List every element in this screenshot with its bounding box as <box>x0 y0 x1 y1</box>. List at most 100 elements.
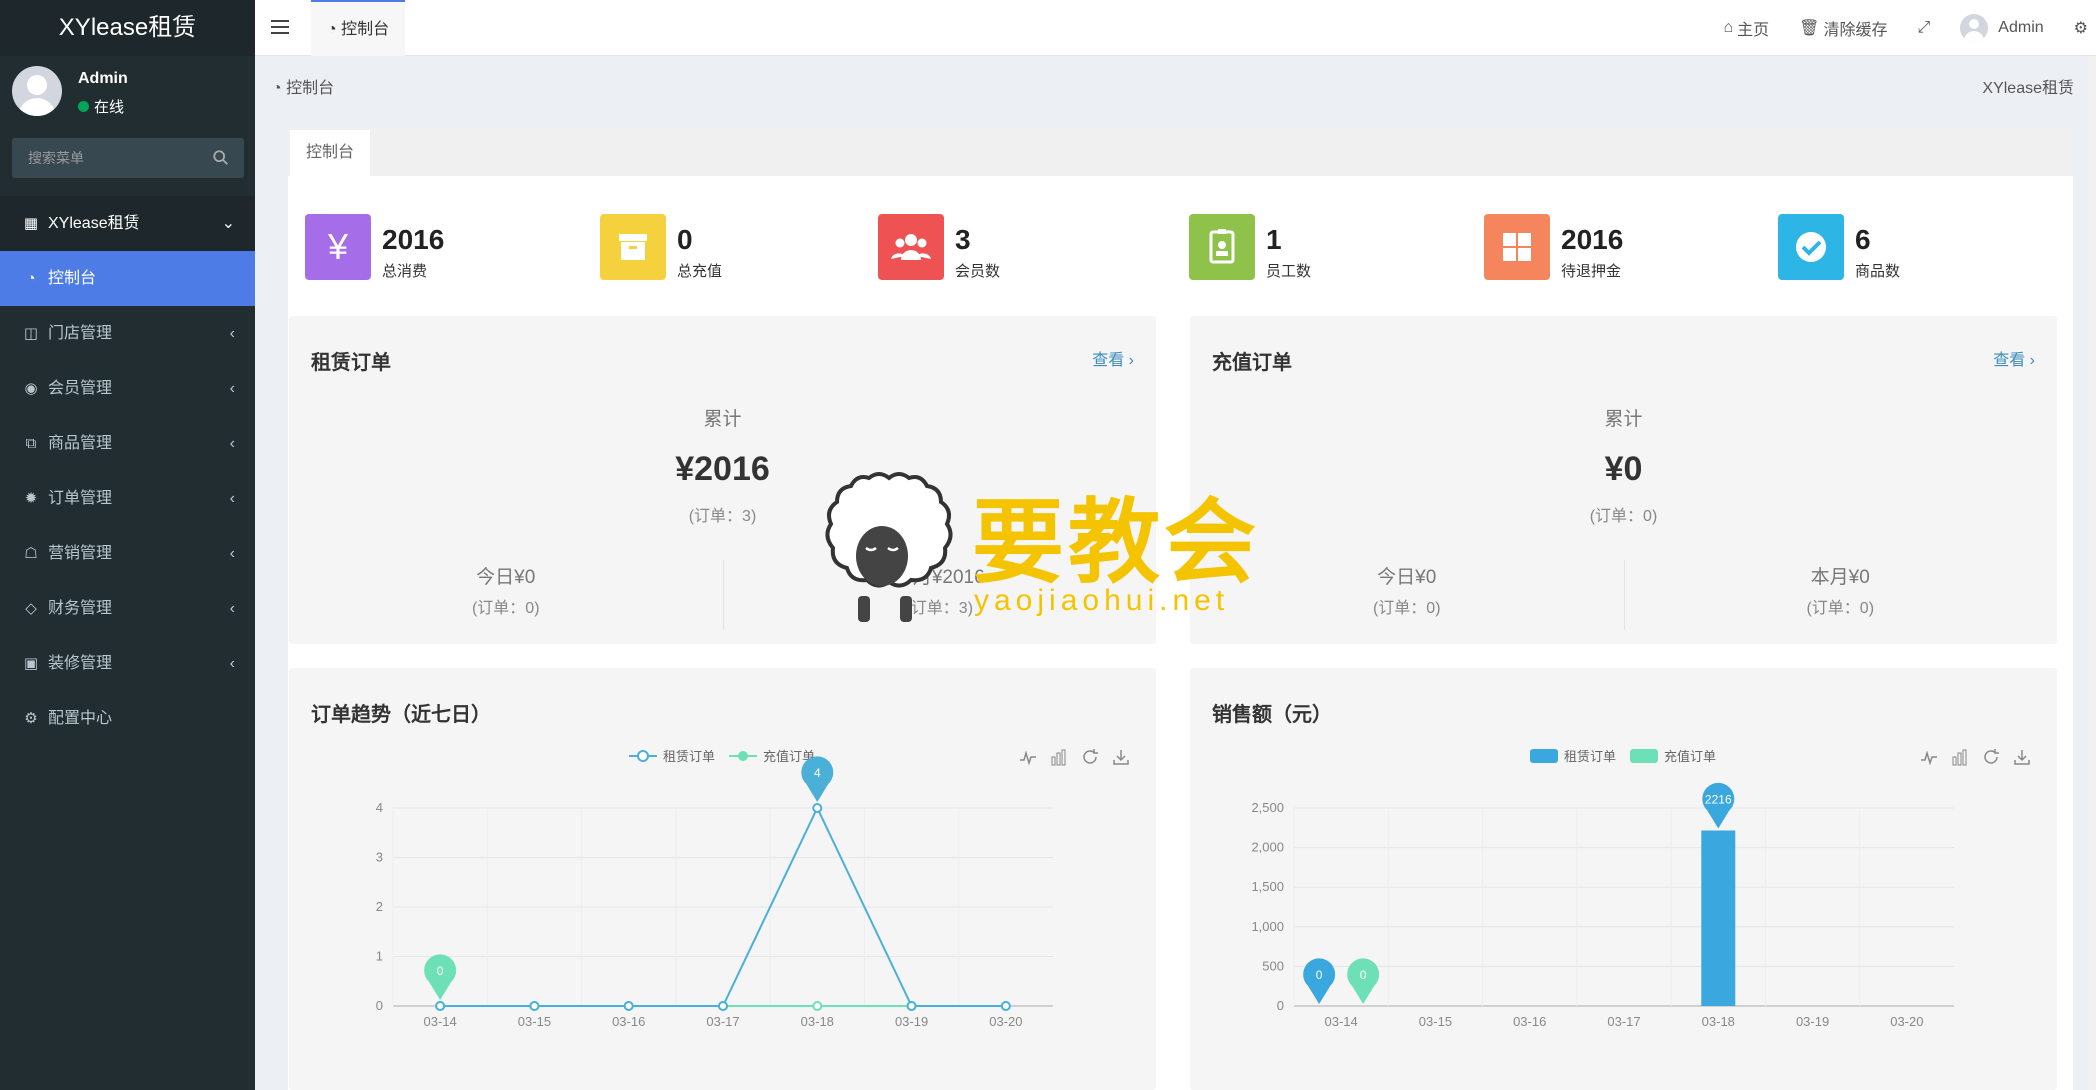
store-icon: ◫ <box>23 325 39 342</box>
stat-value: 3 <box>955 224 971 255</box>
archive-icon <box>600 214 666 280</box>
user-menu-label: Admin <box>1998 19 2044 36</box>
tab-label: 控制台 <box>341 21 390 38</box>
sidebar-item-config[interactable]: ⚙ 配置中心 <box>0 691 255 746</box>
user-menu[interactable]: Admin <box>1960 14 2044 42</box>
breadcrumb-site: XYlease租赁 <box>1982 80 2074 97</box>
sidebar-item-marketing[interactable]: ☖ 营销管理 ‹ <box>0 526 255 581</box>
users-icon <box>878 214 944 280</box>
total-orders: (订单：3) <box>688 508 757 525</box>
avatar[interactable] <box>12 66 62 116</box>
data-point <box>435 1001 446 1011</box>
stat-value: 1 <box>1266 224 1282 255</box>
divider <box>722 560 724 630</box>
marker-label: 2216 <box>1705 792 1732 806</box>
clear-cache-label: 清除缓存 <box>1823 22 1888 39</box>
dashboard-icon: ◔ <box>272 80 287 97</box>
cogs-icon: ⚙ <box>2073 20 2088 37</box>
sidebar-item-stores[interactable]: ◫ 门店管理 ‹ <box>0 306 255 361</box>
stat-label: 员工数 <box>1266 263 1312 280</box>
fullscreen-button[interactable]: ⤢ <box>1917 19 1930 37</box>
sidebar-item-members[interactable]: ◉ 会员管理 ‹ <box>0 361 255 416</box>
sidebar-item-finance[interactable]: ◇ 财务管理 ‹ <box>0 581 255 636</box>
sidebar-item-dashboard[interactable]: ◔ 控制台 <box>0 251 255 306</box>
data-point <box>1000 1001 1011 1011</box>
today-value: 今日¥0 <box>476 567 536 588</box>
x-tick-label: 03-16 <box>612 1014 645 1029</box>
y-tick-label: 1 <box>376 949 383 964</box>
lease-orders-card: 租赁订单 查看 › 累计 ¥2016 (订单：3) 今日¥0 (订单：0) 本月… <box>289 316 1156 644</box>
hamburger-menu-icon[interactable] <box>271 16 289 40</box>
search-icon[interactable] <box>212 149 230 167</box>
marker-label: 0 <box>1316 968 1323 982</box>
home-link[interactable]: ⌂ 主页 <box>1723 16 1769 40</box>
y-tick-label: 0 <box>376 998 383 1013</box>
y-tick-label: 2 <box>376 899 383 914</box>
month-orders: (订单：0) <box>1806 600 1875 617</box>
total-label: 累计 <box>703 409 742 430</box>
recharge-orders-card: 充值订单 查看 › 累计 ¥0 (订单：0) 今日¥0 (订单：0) 本月¥0 … <box>1190 316 2057 644</box>
card-title: 充值订单 <box>1212 352 1292 374</box>
sidebar-item-products[interactable]: ⧉ 商品管理 ‹ <box>0 416 255 471</box>
sidebar-item-label: 财务管理 <box>48 600 113 617</box>
photo-icon: ▣ <box>23 655 39 672</box>
breadcrumb: ◔ 控制台 <box>272 74 334 98</box>
sidebar-item-xylease[interactable]: ▦ XYlease租赁 ⌄ <box>0 196 255 251</box>
clear-cache-button[interactable]: 🗑 清除缓存 <box>1799 16 1887 40</box>
top-navbar: ◔ 控制台 ⌂ 主页 🗑 清除缓存 ⤢ Admin ⚙ <box>255 0 2096 56</box>
view-more-link[interactable]: 查看 › <box>1092 346 1134 370</box>
breadcrumb-current[interactable]: 控制台 <box>286 80 334 97</box>
data-point <box>812 803 823 813</box>
settings-icon: ⚙ <box>24 710 38 727</box>
avatar <box>1960 14 1989 42</box>
x-tick-label: 03-20 <box>989 1014 1022 1029</box>
diamond-icon: ◇ <box>25 600 37 617</box>
x-tick-label: 03-19 <box>1796 1014 1829 1029</box>
month-value: 本月¥2016 <box>893 567 985 588</box>
check-icon <box>1778 214 1844 280</box>
home-label: 主页 <box>1737 22 1770 39</box>
scrollbar[interactable] <box>2088 56 2096 1090</box>
y-tick-label: 0 <box>1277 998 1284 1013</box>
view-more-link[interactable]: 查看 › <box>1993 346 2035 370</box>
total-value: ¥2016 <box>675 450 770 488</box>
badge-icon <box>1189 214 1255 280</box>
bar <box>1701 830 1736 1006</box>
y-tick-label: 3 <box>376 850 383 865</box>
dashboard-icon: ◔ <box>26 270 36 287</box>
x-tick-label: 03-17 <box>1607 1014 1640 1029</box>
x-tick-label: 03-18 <box>801 1014 834 1029</box>
menu-search <box>12 138 244 178</box>
sidebar-item-decoration[interactable]: ▣ 装修管理 ‹ <box>0 636 255 691</box>
sidebar-item-label: XYlease租赁 <box>48 215 140 232</box>
x-tick-label: 03-14 <box>424 1014 457 1029</box>
total-orders: (订单：0) <box>1589 508 1658 525</box>
sidebar: XYlease租赁 Admin 在线 ▦ XYlease租赁 ⌄ ◔ 控制台 ◫ 门店管… <box>0 0 255 1090</box>
y-tick-label: 500 <box>1262 958 1284 973</box>
order-trend-chart[interactable]: 0 1 2 3 4 03-14 03-15 03-16 03-17 03-18 03-19 03-20… <box>289 668 1156 1090</box>
sales-card: 销售额（元） 租赁订单 充值订单 0 500 1,000 1,500 2,000 2,50… <box>1190 668 2057 1090</box>
stat-value: 6 <box>1855 224 1871 255</box>
settings-button[interactable]: ⚙ <box>2074 18 2088 38</box>
sidebar-item-orders[interactable]: ✹ 订单管理 ‹ <box>0 471 255 526</box>
stat-label: 总充值 <box>677 263 723 280</box>
sales-chart[interactable]: 0 500 1,000 1,500 2,000 2,500 03-14 03-15 03-16 0… <box>1190 668 2057 1090</box>
chevron-left-icon: ‹ <box>229 325 235 342</box>
home-icon: ⌂ <box>1723 19 1734 36</box>
panel-tab-dashboard[interactable]: 控制台 <box>290 130 371 176</box>
x-tick-label: 03-20 <box>1890 1014 1923 1029</box>
user-name: Admin <box>78 70 128 87</box>
data-point <box>623 1001 634 1011</box>
stat-label: 商品数 <box>1855 263 1901 280</box>
sidebar-menu: ▦ XYlease租赁 ⌄ ◔ 控制台 ◫ 门店管理 ‹ ◉ 会员管理 ‹ ⧉ 商品管理 ‹ ✹ 订… <box>0 196 255 746</box>
menu-search-input[interactable] <box>12 138 244 178</box>
y-tick-label: 2,500 <box>1251 800 1284 815</box>
svg-text:¥: ¥ <box>327 226 349 267</box>
app-logo[interactable]: XYlease租赁 <box>0 0 255 56</box>
yen-icon: ¥ <box>305 214 371 280</box>
y-tick-label: 4 <box>376 800 383 815</box>
x-tick-label: 03-19 <box>895 1014 928 1029</box>
tab-dashboard[interactable]: ◔ 控制台 <box>311 0 406 56</box>
total-label: 累计 <box>1604 409 1643 430</box>
month-value: 本月¥0 <box>1810 567 1870 588</box>
